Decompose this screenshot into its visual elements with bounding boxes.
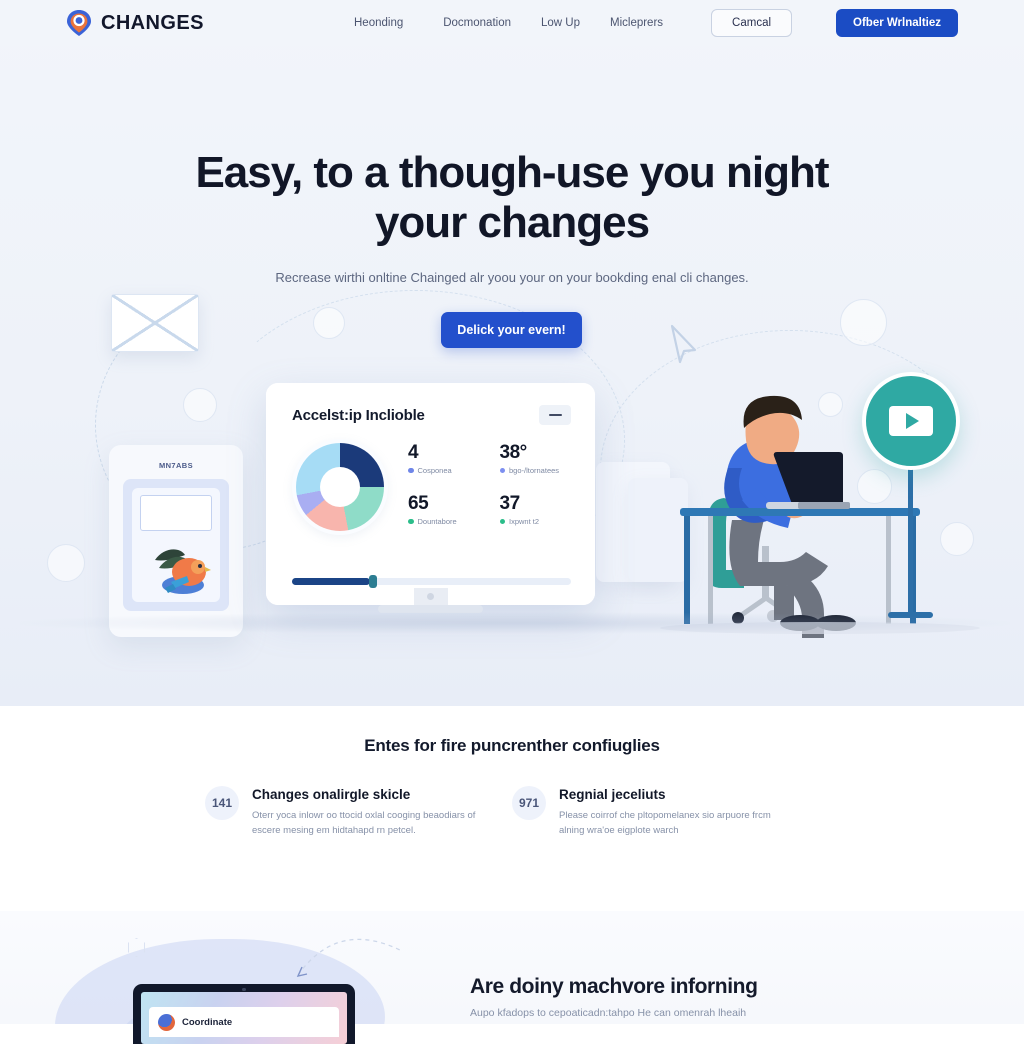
nav-label: Micleprers <box>610 17 664 29</box>
stat-label-text: Ixpwnt t2 <box>509 516 540 526</box>
play-button-icon[interactable] <box>862 372 960 470</box>
decorative-ring-3 <box>47 544 85 582</box>
features-section: Entes for fire puncrenther confiuglies 1… <box>0 706 1024 911</box>
hero-ground-shadow <box>20 612 1010 634</box>
feature-item: 141 Changes onalirgle skicle Oterr yoca … <box>205 786 512 838</box>
map-pin-logo-icon <box>67 10 91 36</box>
stat-label: Ixpwnt t2 <box>499 516 572 526</box>
stat-item: 65 Dountabore <box>408 494 480 535</box>
feature-badge: 971 <box>512 786 546 820</box>
slider-track[interactable] <box>292 575 571 588</box>
phone-card-mock: MN7ABS <box>109 445 243 637</box>
site-header: CHANGES Heonding Docmonation Low Up Micl… <box>0 0 1024 46</box>
stat-label: Dountabore <box>408 517 480 526</box>
feature-item: 971 Regnial jeceliuts Please coirrof che… <box>512 786 819 838</box>
features-title: Entes for fire puncrenther confiuglies <box>364 736 660 755</box>
nav-label: Docmonation <box>443 17 511 29</box>
page-title: Easy, to a though-use you night your cha… <box>195 148 829 247</box>
stat-dot <box>408 518 414 525</box>
nav-item-low-up[interactable]: Low Up <box>541 17 580 29</box>
laptop-logo-icon <box>158 1013 175 1031</box>
stat-label-text: Cosponea <box>417 465 452 475</box>
stat-dot <box>499 518 505 525</box>
stat-label-text: Dountabore <box>417 516 457 526</box>
nav-item-heonding[interactable]: Heonding <box>354 17 413 29</box>
donut-chart <box>292 439 388 535</box>
brand-logo[interactable]: CHANGES <box>66 9 204 37</box>
cancel-button[interactable]: Camcal <box>711 9 793 37</box>
stat-item: 38° bgo-/ltornatees <box>499 442 572 484</box>
decorative-ring-4 <box>840 299 887 346</box>
progress-slider[interactable] <box>292 575 571 588</box>
primary-cta-button[interactable]: Ofber Wrlnaltiez <box>836 9 958 37</box>
parrot-illustration <box>155 549 211 594</box>
person-at-desk-illustration <box>660 395 980 638</box>
hero-section: MN7ABS Accelst:ip Inclioble 4 Cosponea 3… <box>0 0 1024 706</box>
laptop-logo-label: Coordinate <box>182 1016 233 1028</box>
stat-label: bgo-/ltornatees <box>499 465 572 475</box>
dashboard-card: Accelst:ip Inclioble 4 Cosponea 38° bgo-… <box>266 383 595 605</box>
nav-label: Heonding <box>354 17 404 29</box>
slider-thumb[interactable] <box>369 575 378 588</box>
cursor-pointer-icon <box>670 324 697 364</box>
slider-fill <box>292 578 371 585</box>
decorative-ring-1 <box>183 388 217 422</box>
stat-value: 38° <box>499 442 528 463</box>
bottom-title: Are doiny machvore inforning <box>470 975 758 998</box>
stat-dot <box>499 467 505 474</box>
stat-label-text: bgo-/ltornatees <box>509 465 560 475</box>
stat-value: 65 <box>408 493 429 514</box>
stat-item: 4 Cosponea <box>408 443 480 484</box>
hero-cta-button[interactable]: Delick your evern! <box>441 312 582 348</box>
stat-dot <box>408 467 414 474</box>
dashboard-title: Accelst:ip Inclioble <box>292 406 425 424</box>
laptop-screen-content: Coordinate <box>149 1007 339 1037</box>
feature-title: Changes onalirgle skicle <box>252 787 411 802</box>
monitor-power-dot <box>427 593 434 600</box>
main-navigation: Heonding Docmonation Low Up Micleprers C… <box>354 9 958 37</box>
decorative-dashed-arc-bottom <box>296 938 403 977</box>
stat-item: 37 Ixpwnt t2 <box>499 493 572 535</box>
phone-card-image-placeholder <box>140 495 212 531</box>
nav-item-docmonation[interactable]: Docmonation <box>443 17 511 29</box>
nav-item-micleprers[interactable]: Micleprers <box>610 17 663 29</box>
feature-title: Regnial jeceliuts <box>559 787 666 802</box>
brand-name: CHANGES <box>101 11 204 34</box>
minimize-icon[interactable] <box>539 405 571 425</box>
stat-label: Cosponea <box>408 466 480 475</box>
laptop-camera <box>242 987 246 991</box>
stat-value: 4 <box>408 442 419 463</box>
feature-description: Oterr yoca inlowr oo ttocid oxlal coogin… <box>252 810 476 836</box>
dashboard-stats: 4 Cosponea 38° bgo-/ltornatees 65 Dounta… <box>408 439 571 535</box>
bottom-subtitle: Aupo kfadops to cepoaticadn:tahpo He can… <box>470 1007 747 1019</box>
hero-subtitle: Recrease wirthi onltine Chainged alr yoo… <box>275 270 749 285</box>
envelope-icon <box>111 294 199 352</box>
feature-badge: 141 <box>205 786 239 820</box>
feature-description: Please coirrof che pltopomelanex sio arp… <box>559 810 771 836</box>
nav-label: Low Up <box>541 17 580 29</box>
decorative-ring-2 <box>313 307 345 339</box>
laptop-mockup: Coordinate <box>133 984 355 1044</box>
stat-value: 37 <box>499 493 521 514</box>
badge-pole <box>908 468 913 616</box>
phone-card-label: MN7ABS <box>158 461 194 470</box>
